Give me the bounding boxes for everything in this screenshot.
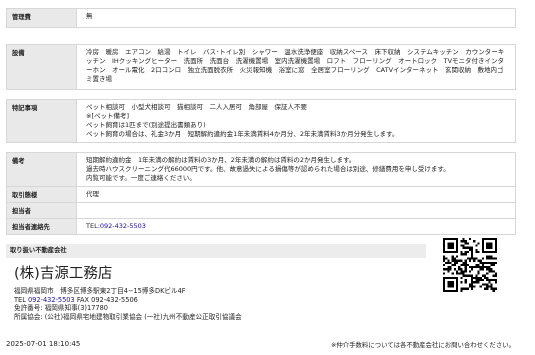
- dealer-phone-line: TEL 092-432-5503 FAX 092-432-5506: [14, 296, 242, 305]
- spec-value-management: 無: [76, 8, 516, 28]
- contact-tel-prefix: TEL:: [86, 222, 100, 230]
- spec-row-transaction: 取引態様 代理: [6, 186, 516, 203]
- dealer-section-header: 取り扱い不動産会社: [6, 244, 426, 258]
- footer-timestamp: 2025-07-01 18:10:45: [6, 340, 81, 348]
- spec-row-contact: 担当者連絡先 TEL:092-432-5503: [6, 218, 516, 235]
- spec-label-remarks: 備考: [6, 152, 77, 187]
- contact-phone-link[interactable]: 092-432-5503: [100, 222, 146, 230]
- spec-label-staff: 担当者: [6, 202, 77, 219]
- spec-row-management: 管理費 無: [6, 8, 516, 28]
- dealer-info: 福岡県福岡市 博多区博多駅東2丁目4−15博多DKビル4F TEL 092-43…: [14, 287, 242, 321]
- spec-label-special: 特記事項: [6, 99, 77, 143]
- footer-fee-note: ※仲介手数料については各不動産会社にお問い合わせください。: [331, 341, 515, 349]
- special-line: ペット飼育の場合は、礼金3か月 短期解約違約金1年未満賃料4か月分、2年未満賃料…: [86, 130, 399, 138]
- spec-value-equipment: 冷房 暖房 エアコン 給湯 トイレ バス･トイレ別 シャワー 温水洗浄便座 収納…: [76, 44, 516, 90]
- spec-row-remarks: 備考 短期解約違約金 1年未満の解約は賃料の3か月、2年未満の解約は賃料の2か月…: [6, 152, 516, 187]
- dealer-address: 福岡県福岡市 博多区博多駅東2丁目4−15博多DKビル4F: [14, 287, 186, 295]
- spec-value-staff: [76, 202, 516, 219]
- dealer-phone-link[interactable]: 092-432-5503: [28, 296, 75, 304]
- property-spec-table: 管理費 無 設備 冷房 暖房 エアコン 給湯 トイレ バス･トイレ別 シャワー …: [6, 8, 516, 235]
- dealer-license: 免許番号: 福岡県知事(3)17780: [14, 304, 108, 313]
- special-line: ペット飼育は1匹まで(別途提出書類あり): [86, 121, 206, 129]
- spec-value-transaction: 代理: [76, 186, 516, 203]
- spec-row-special: 特記事項 ペット相談可 小型犬相談可 猫相談可 二人入居可 角部屋 保証人不要 …: [6, 99, 516, 143]
- spec-label-management: 管理費: [6, 8, 77, 28]
- spec-label-equipment: 設備: [6, 44, 77, 90]
- special-line: ※[ペット備考]: [86, 112, 130, 120]
- dealer-tel-label: TEL: [14, 295, 26, 304]
- dealer-fax: FAX 092-432-5506: [76, 295, 138, 304]
- remarks-line: 内覧可能です。一度ご連絡ください。: [86, 174, 196, 182]
- special-line: ペット相談可 小型犬相談可 猫相談可 二人入居可 角部屋 保証人不要: [86, 103, 307, 111]
- spec-row-equipment: 設備 冷房 暖房 エアコン 給湯 トイレ バス･トイレ別 シャワー 温水洗浄便座…: [6, 44, 516, 90]
- qr-code-icon: [443, 238, 497, 292]
- remarks-line: 過去時ハウスクリーニング代66000円です。他、故意過失による損傷等が認められた…: [86, 165, 450, 173]
- spec-value-contact: TEL:092-432-5503: [76, 218, 516, 235]
- spec-label-transaction: 取引態様: [6, 186, 77, 203]
- property-detail-page: 管理費 無 設備 冷房 暖房 エアコン 給湯 トイレ バス･トイレ別 シャワー …: [0, 0, 535, 355]
- spec-gap: [6, 27, 516, 45]
- dealer-name: (株)吉源工務店: [14, 266, 113, 282]
- spec-gap: [6, 142, 516, 153]
- dealer-association: 所属協会: (公社)福岡県宅地建物取引業協会 (一社)九州不動産公正取引協議会: [14, 312, 242, 321]
- spec-row-staff: 担当者: [6, 202, 516, 219]
- spec-gap: [6, 89, 516, 100]
- spec-value-special: ペット相談可 小型犬相談可 猫相談可 二人入居可 角部屋 保証人不要 ※[ペット…: [76, 99, 516, 143]
- remarks-line: 短期解約違約金 1年未満の解約は賃料の3か月、2年未満の解約は賃料の2か月発生し…: [86, 156, 356, 164]
- spec-label-contact: 担当者連絡先: [6, 218, 77, 235]
- spec-value-remarks: 短期解約違約金 1年未満の解約は賃料の3か月、2年未満の解約は賃料の2か月発生し…: [76, 152, 516, 187]
